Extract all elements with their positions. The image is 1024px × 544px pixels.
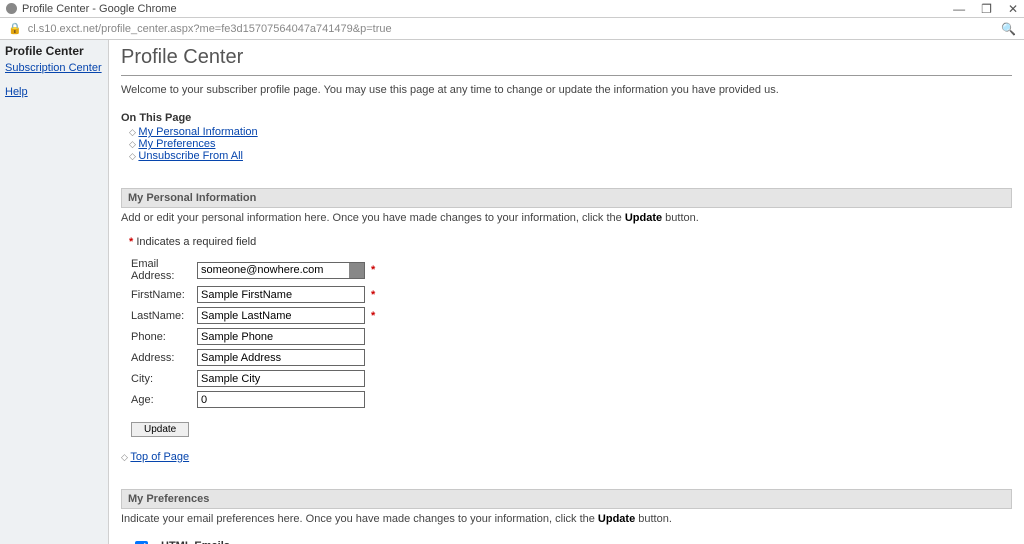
phone-field[interactable]: [197, 328, 365, 345]
top-of-page-link-wrap: Top of Page: [121, 451, 1012, 463]
sidebar: Profile Center Subscription Center Help: [0, 40, 108, 544]
required-indicator: *: [371, 264, 375, 276]
address-bar[interactable]: 🔒 cl.s10.exct.net/profile_center.aspx?me…: [0, 18, 1024, 40]
page-title: Profile Center: [121, 46, 1012, 69]
dropdown-icon[interactable]: [349, 263, 364, 278]
pref-title: HTML Emails: [161, 540, 973, 544]
pref-item-html: HTML Emails When possible, send e-mail n…: [121, 535, 1012, 544]
section-personal-header: My Personal Information: [121, 188, 1012, 208]
on-this-page: On This Page My Personal Information My …: [121, 112, 1012, 162]
anchor-personal[interactable]: My Personal Information: [138, 126, 257, 138]
intro-text: Welcome to your subscriber profile page.…: [121, 84, 1012, 96]
firstname-field[interactable]: [197, 286, 365, 303]
label-first: FirstName:: [121, 289, 197, 301]
section-personal-desc: Add or edit your personal information he…: [121, 212, 1012, 224]
window-title: Profile Center - Google Chrome: [22, 3, 177, 15]
address-field[interactable]: [197, 349, 365, 366]
sidebar-title: Profile Center: [5, 44, 103, 58]
main-content: Profile Center Welcome to your subscribe…: [108, 40, 1024, 544]
section-prefs-desc: Indicate your email preferences here. On…: [121, 513, 1012, 525]
label-last: LastName:: [121, 310, 197, 322]
sidebar-link-help[interactable]: Help: [5, 86, 103, 98]
search-icon[interactable]: 🔍: [1001, 22, 1016, 36]
anchor-preferences[interactable]: My Preferences: [138, 138, 215, 150]
label-phone: Phone:: [121, 331, 197, 343]
age-field[interactable]: [197, 391, 365, 408]
city-field[interactable]: [197, 370, 365, 387]
asterisk-icon: *: [129, 236, 133, 248]
required-indicator: *: [371, 289, 375, 301]
window-titlebar: Profile Center - Google Chrome — ❐ ✕: [0, 0, 1024, 18]
url-text: cl.s10.exct.net/profile_center.aspx?me=f…: [28, 23, 1001, 35]
title-divider: [121, 75, 1012, 76]
top-of-page-link[interactable]: Top of Page: [130, 451, 189, 463]
update-button[interactable]: [131, 422, 189, 437]
lock-icon: 🔒: [8, 22, 22, 35]
email-field[interactable]: [197, 262, 365, 279]
maximize-button[interactable]: ❐: [981, 2, 992, 16]
anchor-unsubscribe[interactable]: Unsubscribe From All: [138, 150, 243, 162]
sidebar-link-subscription[interactable]: Subscription Center: [5, 62, 103, 74]
globe-icon: [6, 3, 17, 14]
pref-list: HTML Emails When possible, send e-mail n…: [121, 535, 1012, 544]
onthis-label: On This Page: [121, 112, 191, 124]
required-indicator: *: [371, 310, 375, 322]
lastname-field[interactable]: [197, 307, 365, 324]
label-age: Age:: [121, 394, 197, 406]
close-button[interactable]: ✕: [1008, 2, 1018, 16]
section-prefs-header: My Preferences: [121, 489, 1012, 509]
minimize-button[interactable]: —: [953, 2, 965, 16]
label-address: Address:: [121, 352, 197, 364]
label-email: Email Address:: [121, 258, 197, 282]
required-note: * Indicates a required field: [129, 236, 1012, 248]
label-city: City:: [121, 373, 197, 385]
